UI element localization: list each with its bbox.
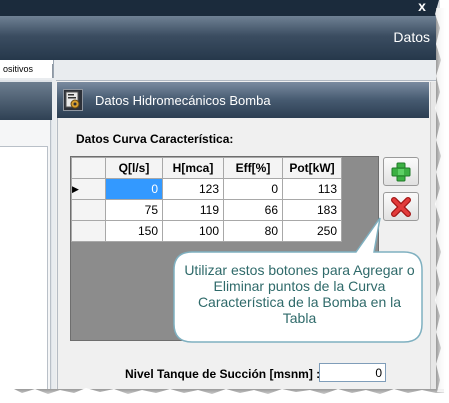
table-cell[interactable]: 0 (105, 178, 163, 200)
row-selector[interactable]: ▶ (71, 178, 106, 200)
table-row[interactable]: ▶ 0 123 0 113 (71, 178, 342, 200)
tab-strip (0, 60, 440, 81)
suction-level-input[interactable] (319, 363, 386, 382)
tab-dispositivos[interactable]: ositivos (0, 60, 54, 78)
row-selector[interactable] (71, 199, 106, 221)
left-panel-list[interactable] (0, 146, 48, 392)
left-panel-header (0, 82, 52, 120)
column-header-h[interactable]: H[mca] (162, 157, 224, 179)
column-header-pot[interactable]: Pot[kW] (282, 157, 342, 179)
table-cell[interactable]: 123 (162, 178, 224, 200)
column-header-q[interactable]: Q[l/s] (105, 157, 163, 179)
curve-section-label: Datos Curva Característica: (76, 132, 234, 146)
frame-shadow-bottom (8, 389, 444, 401)
row-header-corner (71, 157, 106, 179)
app-window: x Datos ositivos Datos Hidromecánicos Bo… (0, 0, 440, 392)
table-cell[interactable]: 113 (282, 178, 342, 200)
green-plus-icon (391, 162, 411, 182)
callout-text: Utilizar estos botones para Agregar o El… (184, 262, 415, 326)
table-cell[interactable]: 0 (223, 178, 283, 200)
add-point-button[interactable] (383, 157, 419, 186)
table-cell[interactable]: 75 (105, 199, 163, 221)
tab-separator (52, 64, 53, 78)
panel-title: Datos Hidromecánicos Bomba (95, 93, 271, 108)
header-title: Datos (393, 29, 430, 45)
panel-splitter[interactable] (52, 80, 56, 392)
table-cell[interactable]: 150 (105, 220, 163, 242)
row-selector[interactable] (71, 220, 106, 242)
suction-level-label: Nivel Tanque de Succión [msnm] : (125, 367, 321, 381)
frame-shadow-right (436, 8, 446, 396)
column-header-eff[interactable]: Eff[%] (223, 157, 283, 179)
table-header-row: Q[l/s] H[mca] Eff[%] Pot[kW] (71, 157, 342, 179)
gear-document-icon (63, 89, 83, 111)
title-bar (0, 0, 440, 16)
close-button[interactable]: x (411, 0, 433, 14)
